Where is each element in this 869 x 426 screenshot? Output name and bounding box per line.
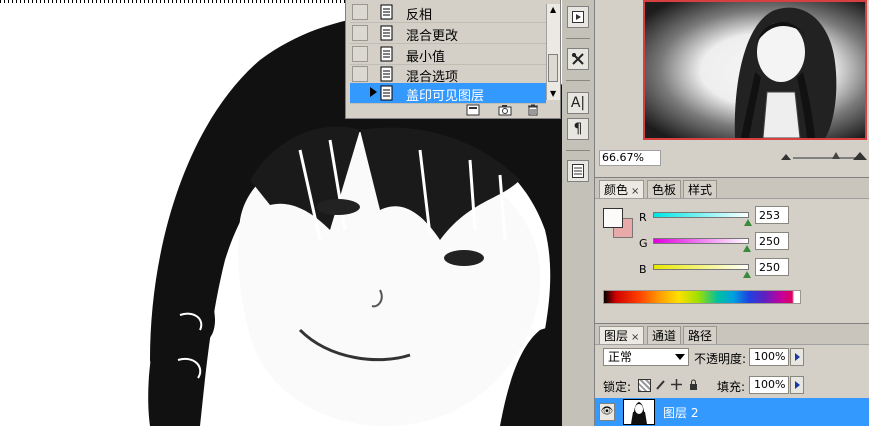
history-snapshot-checkbox[interactable] (352, 4, 368, 20)
zoom-out-icon[interactable] (781, 154, 791, 160)
history-item-label: 最小值 (406, 50, 446, 65)
tab-swatches[interactable]: 色板 (647, 180, 682, 198)
new-snapshot-icon[interactable] (498, 104, 512, 116)
navigator-thumbnail[interactable] (643, 0, 867, 140)
scroll-down-icon[interactable]: ▼ (550, 90, 556, 98)
history-snapshot-checkbox[interactable] (352, 66, 368, 82)
history-snapshot-checkbox[interactable] (352, 46, 368, 62)
strip-divider (566, 150, 590, 151)
tab-layers[interactable]: 图层 × (599, 326, 645, 344)
lock-label: 锁定: (603, 380, 632, 394)
opacity-slider-button[interactable] (790, 348, 804, 366)
close-icon[interactable]: × (631, 332, 639, 343)
history-item[interactable]: 最小值 (350, 44, 546, 65)
slider-thumb-b[interactable] (743, 271, 752, 278)
history-item-label: 反相 (406, 8, 433, 23)
history-item-label: 混合更改 (406, 29, 459, 44)
value-field-b[interactable]: 250 (755, 258, 789, 276)
history-scrollbar[interactable]: ▲ ▼ (546, 4, 560, 100)
layer-row[interactable]: 👁 图层 2 (595, 398, 869, 426)
history-snapshot-checkbox[interactable] (352, 25, 368, 41)
history-item-label: 盖印可见图层 (406, 89, 485, 104)
history-state-icon (380, 4, 393, 20)
opacity-field[interactable]: 100% (749, 348, 789, 366)
tab-channels[interactable]: 通道 (647, 326, 682, 344)
zoom-in-icon[interactable] (853, 152, 867, 160)
slider-r[interactable] (653, 212, 749, 218)
eye-icon[interactable]: 👁 (599, 403, 615, 421)
channel-label-b: B (639, 263, 647, 276)
tab-color[interactable]: 颜色 × (599, 180, 645, 198)
history-snapshot-checkbox[interactable] (352, 85, 368, 101)
panel-icon-strip: A| ¶ (562, 0, 594, 426)
scroll-up-icon[interactable]: ▲ (550, 6, 556, 14)
fill-slider-button[interactable] (790, 376, 804, 394)
trash-icon[interactable] (526, 104, 540, 116)
tab-paths[interactable]: 路径 (683, 326, 718, 344)
layer-thumbnail (623, 399, 655, 425)
channel-label-g: G (639, 237, 648, 250)
slider-thumb-r[interactable] (744, 219, 753, 226)
history-scroll-thumb[interactable] (548, 54, 558, 82)
color-spectrum-bar[interactable] (603, 290, 801, 304)
new-document-from-state-icon[interactable] (466, 104, 480, 116)
value-field-g[interactable]: 250 (755, 232, 789, 250)
layer-name: 图层 2 (663, 406, 699, 420)
history-panel: 反相 混合更改 最小值 混合选项 盖印可见图层 ▲ ▼ (345, 0, 561, 119)
play-icon[interactable] (567, 6, 589, 28)
lock-transparent-icon[interactable] (638, 379, 651, 392)
layers-panel-tabbar: 图层 × 通道 路径 (595, 323, 869, 345)
lock-all-icon[interactable] (688, 379, 699, 390)
chevron-down-icon (675, 354, 685, 360)
opacity-label: 不透明度: (694, 352, 747, 366)
blend-mode-select[interactable]: 正常 (603, 348, 689, 366)
foreground-color-swatch[interactable] (603, 208, 623, 228)
channel-label-r: R (639, 211, 647, 224)
close-icon[interactable]: × (631, 186, 639, 197)
notes-icon[interactable] (567, 160, 589, 182)
slider-b[interactable] (653, 264, 749, 270)
character-icon[interactable]: A| (567, 92, 589, 114)
history-item[interactable]: 反相 (350, 2, 546, 23)
history-item[interactable]: 混合选项 (350, 64, 546, 85)
history-item[interactable]: 混合更改 (350, 23, 546, 44)
lock-image-icon[interactable] (655, 379, 666, 390)
lock-position-icon[interactable] (671, 379, 682, 390)
history-state-marker-icon (370, 87, 377, 97)
slider-thumb-g[interactable] (743, 245, 752, 252)
history-state-icon (380, 46, 393, 62)
tab-styles[interactable]: 样式 (683, 180, 718, 198)
history-state-icon (380, 25, 393, 41)
tools-icon[interactable] (567, 48, 589, 70)
value-field-r[interactable]: 253 (755, 206, 789, 224)
history-state-icon (380, 66, 393, 82)
strip-divider (566, 38, 590, 39)
history-item-active[interactable]: 盖印可见图层 (350, 83, 546, 104)
navigator-zoom-field[interactable]: 66.67% (599, 150, 661, 166)
navigator-zoom-thumb[interactable] (832, 152, 840, 159)
slider-g[interactable] (653, 238, 749, 244)
fill-label: 填充: (717, 380, 746, 394)
color-panel-tabbar: 颜色 × 色板 样式 (595, 177, 869, 199)
strip-divider (566, 80, 590, 81)
history-state-icon (380, 85, 393, 101)
fill-field[interactable]: 100% (749, 376, 789, 394)
navigator-preview-image (734, 7, 837, 138)
right-panel-dock: 66.67% 颜色 × 色板 样式 R 253 G 250 B 250 图层 × 通… (594, 0, 869, 426)
paragraph-icon[interactable]: ¶ (567, 118, 589, 140)
